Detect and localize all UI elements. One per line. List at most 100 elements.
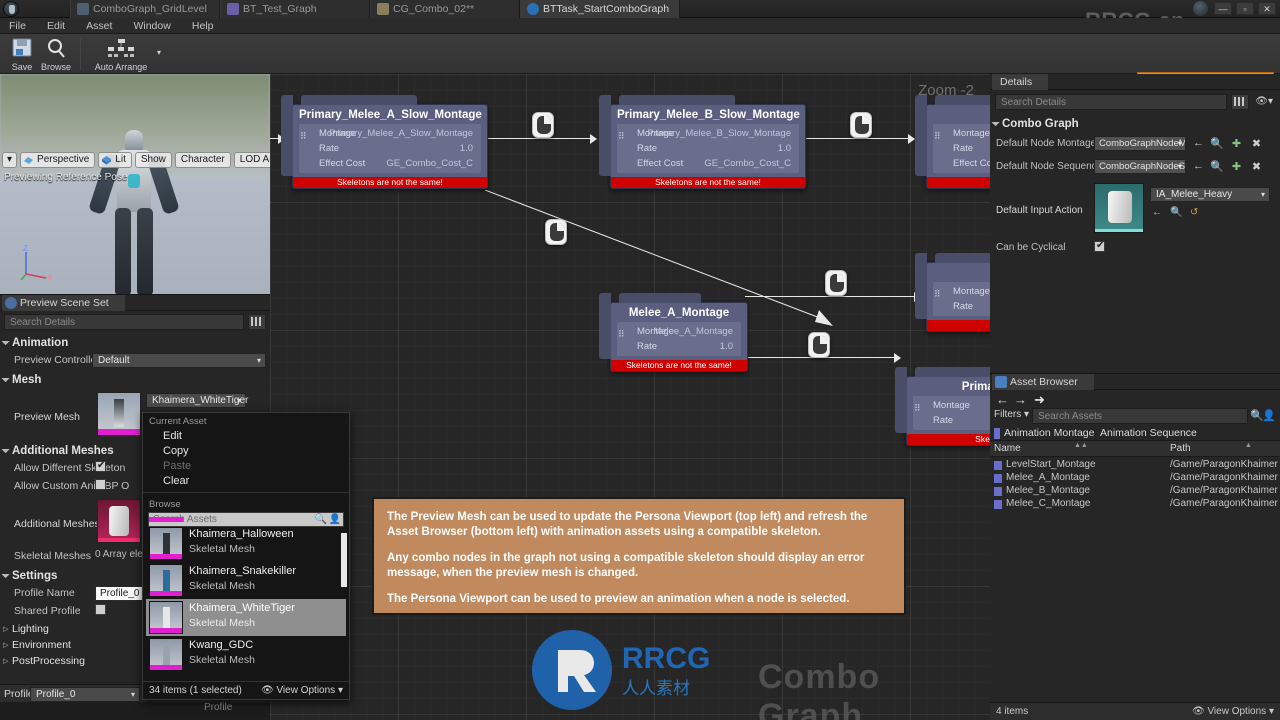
menu-item-edit[interactable]: Edit [143,429,349,444]
details-visibility-icon[interactable]: 👁▾ [1255,96,1273,107]
menu-asset[interactable]: Asset [77,18,121,34]
section-combo-graph[interactable]: Combo Graph [990,114,1280,133]
list-item[interactable]: Kwang_GDC Skeletal Mesh [146,636,346,673]
viewport-lit-button[interactable]: Lit [98,152,132,168]
picker-asset-list[interactable]: Khaimera_Halloween Skeletal Mesh Khaimer… [146,517,346,677]
nav-back-icon[interactable]: ← [996,392,1009,407]
table-row[interactable]: Melee_A_Montage/Game/ParagonKhaimera [990,472,1280,485]
column-path[interactable]: Path [1170,443,1191,454]
preview-controller-dropdown[interactable]: Default [92,353,266,368]
view-options-button[interactable]: 👁 View Options ▾ [1192,706,1274,717]
tab-bt-test-graph[interactable]: BT_Test_Graph [220,0,370,18]
menu-edit[interactable]: Edit [38,18,74,34]
combo-graph-canvas[interactable]: Zoom -2 Primary_Melee_A_Slow_Montage ⠿ M… [270,74,990,720]
tab-bttask-startcombograph[interactable]: BTTask_StartComboGraph [520,0,680,18]
default-node-sequence-dropdown[interactable]: ComboGraphNodeSequence [1094,159,1186,174]
list-item[interactable]: Khaimera_WhiteTiger Skeletal Mesh [146,599,346,636]
viewport-options-button[interactable]: ▾ [2,152,18,168]
profile-name-input[interactable]: Profile_0 [95,586,145,601]
preview-scene-search-input[interactable]: Search Details [4,314,244,330]
list-item[interactable]: Khaimera_Halloween Skeletal Mesh [146,525,346,562]
node-body: Montage Rate [933,282,990,316]
list-item[interactable]: Khaimera_Snakekiller Skeletal Mesh [146,562,346,599]
table-row[interactable]: LevelStart_Montage/Game/ParagonKhaimera [990,459,1280,472]
persona-viewport[interactable]: ▾ Perspective Lit Show Character LOD Aut… [0,74,270,294]
filters-button[interactable]: Filters ▾ [994,409,1029,420]
viewport-lod-button[interactable]: LOD Auto [233,152,270,168]
allow-custom-animbp-checkbox[interactable] [95,479,106,490]
menu-item-clear[interactable]: Clear [143,474,349,489]
auto-arrange-icon [88,38,154,61]
column-name[interactable]: Name [994,443,1021,454]
node-left-rail [915,253,927,319]
add-icon[interactable]: ✚ [1230,160,1243,173]
add-icon[interactable]: ✚ [1230,137,1243,150]
section-mesh[interactable]: Mesh [0,370,270,389]
graph-node-primary-melee-a[interactable]: Primary_Melee_A_Slow_Montage ⠿ Montage Pr… [281,95,488,189]
tab-details[interactable]: Details [992,74,1049,90]
browse-button[interactable]: Browse [36,36,76,72]
browse-back-icon[interactable]: ← [1192,137,1205,150]
tab-asset-browser[interactable]: Asset Browser [992,374,1094,390]
node-row: Rate 1.0 [617,141,799,156]
tab-label: BTTask_StartComboGraph [543,3,670,15]
row-key: Rate [637,143,658,154]
can-be-cyclical-checkbox[interactable] [1094,240,1105,252]
graph-node-melee-clipped[interactable]: Melee_ ⠿ Montage Rate Skeletons are not … [915,253,990,332]
tab-animation-sequence[interactable]: Animation Sequence [1100,426,1197,441]
browse-back-icon[interactable]: ← [1192,160,1205,173]
tab-preview-scene-settings[interactable]: Preview Scene Set [2,295,125,311]
asset-browser-tab-label: Asset Browser [1010,376,1078,388]
menu-item-copy[interactable]: Copy [143,444,349,459]
additional-meshes-thumbnail[interactable] [97,499,141,543]
browse-search-icon[interactable]: 🔍 [1210,160,1224,173]
viewport-perspective-button[interactable]: Perspective [20,152,96,168]
graph-node-primary-melee-b[interactable]: Primary_Melee_B_Slow_Montage ⠿ Montage Pr… [599,95,806,189]
preview-mesh-thumbnail[interactable] [97,392,141,436]
tab-cg-combo-02[interactable]: CG_Combo_02** [370,0,520,18]
tab-animation-montage[interactable]: Animation Montage [994,426,1094,441]
menu-file[interactable]: File [0,18,35,34]
graph-node-primary-clipped[interactable]: Primary ⠿ Montage Rate Effect Cost [915,95,990,189]
browse-search-icon[interactable]: 🔍 [1210,137,1224,150]
viewport-show-button[interactable]: Show [134,152,172,168]
allow-different-skeleton-checkbox[interactable] [95,460,106,472]
tab-combograph-gridlevel[interactable]: ComboGraph_GridLevel [70,0,220,18]
menu-help[interactable]: Help [183,18,223,34]
user-filter-icon[interactable]: 👤 [1262,409,1276,422]
details-columns-button[interactable] [1231,94,1249,110]
input-action-dropdown[interactable]: IA_Melee_Heavy [1150,187,1270,202]
row-key: Effect Cost [953,158,990,169]
preview-mesh-label: Preview Mesh [14,411,80,423]
remove-icon[interactable]: ✖ [1250,160,1263,173]
viewport-character-button[interactable]: Character [174,152,231,168]
picker-scrollbar-thumb[interactable] [341,533,347,587]
maximize-button[interactable]: ▫ [1236,2,1254,15]
default-node-montage-dropdown[interactable]: ComboGraphNodeMontage [1094,136,1186,151]
table-row[interactable]: Melee_B_Montage/Game/ParagonKhaimera [990,485,1280,498]
picker-view-options-button[interactable]: 👁 View Options ▾ [261,685,343,696]
preview-mesh-dropdown[interactable]: Khaimera_WhiteTiger [146,393,248,408]
graph-node-melee-a-montage[interactable]: Melee_A_Montage ⠿ Montage Melee_A_Montage… [599,293,748,372]
level-icon [77,3,89,15]
preview-scene-filter-button[interactable] [248,314,266,330]
shared-profile-checkbox[interactable] [95,604,106,615]
input-action-browse-icon[interactable]: 🔍 [1170,207,1182,218]
details-search-input[interactable]: Search Details [995,94,1227,110]
minimize-button[interactable]: — [1214,2,1232,15]
graph-node-primary-attack[interactable]: Primary_Attack ⠿ MontagePrim Rate Skelet… [895,367,990,446]
nav-forward-icon[interactable]: → [1014,392,1027,407]
table-row[interactable]: Melee_C_Montage/Game/ParagonKhaimera [990,498,1280,511]
asset-picker-popup[interactable]: Current Asset Edit Copy Paste Clear Brow… [142,412,350,700]
nav-go-icon[interactable]: ➜ [1034,392,1045,408]
section-animation[interactable]: Animation [0,333,270,352]
profile-dropdown[interactable]: Profile_0 [30,687,140,702]
input-action-back-icon[interactable]: ← [1152,207,1162,218]
menu-window[interactable]: Window [124,18,179,34]
asset-browser-search-input[interactable]: Search Assets [1032,408,1248,424]
remove-icon[interactable]: ✖ [1250,137,1263,150]
close-button[interactable]: ✕ [1258,2,1276,15]
input-action-reset-icon[interactable]: ↺ [1190,207,1198,218]
auto-arrange-button[interactable]: Auto Arrange [88,36,154,72]
input-action-thumbnail[interactable] [1094,183,1144,233]
